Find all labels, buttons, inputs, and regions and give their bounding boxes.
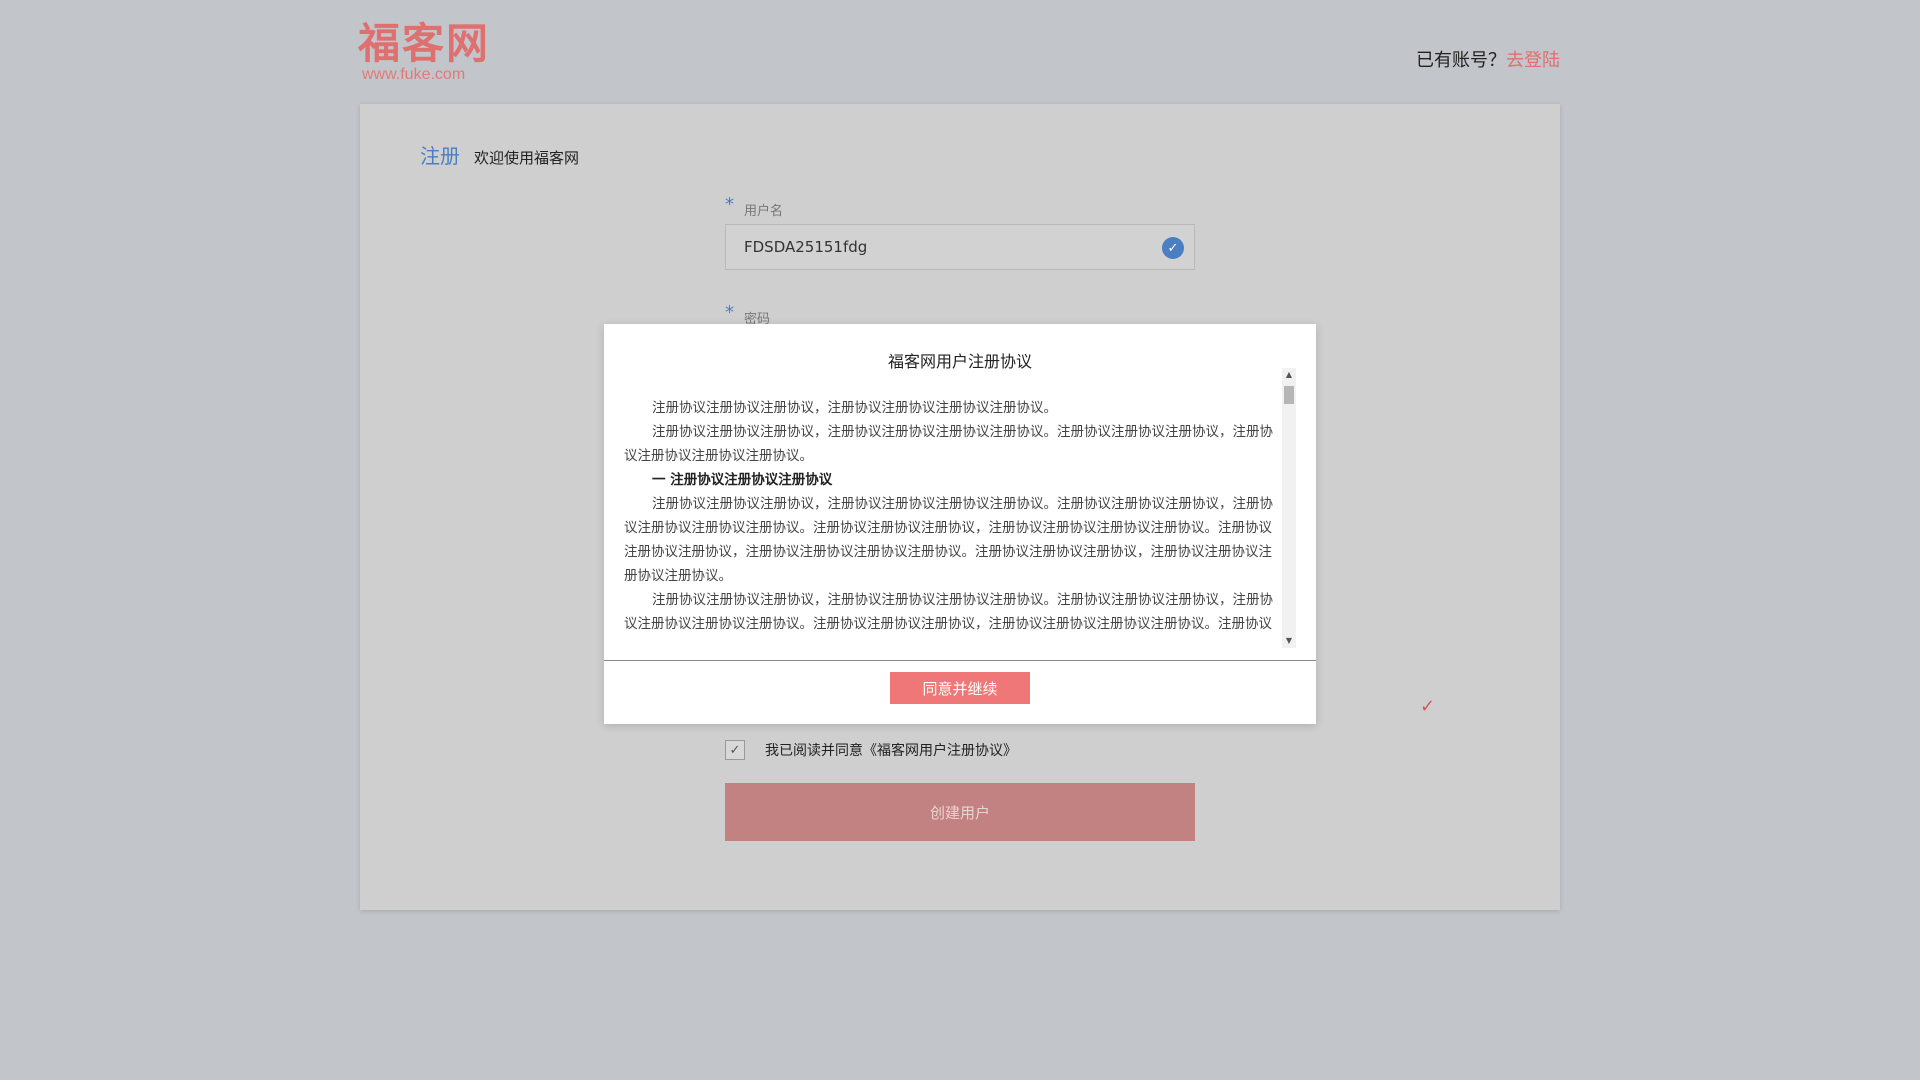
agreement-paragraph: 注册协议注册协议注册协议，注册协议注册协议注册协议注册协议。注册协议注册协议注册… [624, 424, 1273, 464]
agreement-heading: 一 注册协议注册协议注册协议 [652, 472, 833, 488]
agree-continue-button[interactable]: 同意并继续 [890, 672, 1030, 704]
agreement-modal: 福客网用户注册协议 注册协议注册协议注册协议，注册协议注册协议注册协议注册协议。… [604, 324, 1316, 724]
register-title: 注册 [420, 144, 460, 168]
agreement-text[interactable]: 我已阅读并同意《福客网用户注册协议》 [765, 740, 1017, 760]
scroll-down-icon[interactable]: ▼ [1282, 634, 1296, 648]
agreement-row[interactable]: ✓ 我已阅读并同意《福客网用户注册协议》 [725, 740, 1017, 760]
check-circle-icon: ✓ [1162, 237, 1184, 259]
logo-title: 福客网 [358, 19, 491, 68]
required-mark-password: * [725, 302, 734, 323]
username-input[interactable]: FDSDA25151fdg ✓ [725, 224, 1195, 270]
agreement-paragraph: 注册协议注册协议注册协议，注册协议注册协议注册协议注册协议。 [652, 400, 1057, 416]
agreement-paragraph: 注册协议注册协议注册协议，注册协议注册协议注册协议注册协议。注册协议注册协议注册… [624, 496, 1273, 584]
check-icon: ✓ [1420, 696, 1436, 717]
create-user-button[interactable]: 创建用户 [725, 783, 1195, 841]
login-hint: 已有账号？去登陆 [1416, 46, 1560, 72]
login-prompt: 已有账号？ [1416, 50, 1506, 71]
agreement-body[interactable]: 注册协议注册协议注册协议，注册协议注册协议注册协议注册协议。 注册协议注册协议注… [624, 396, 1282, 630]
checkmark-icon: ✓ [729, 742, 741, 758]
username-value: FDSDA25151fdg [744, 238, 868, 256]
modal-divider [604, 660, 1316, 661]
logo-url: www.fuke.com [362, 66, 466, 83]
scroll-up-icon[interactable]: ▲ [1282, 368, 1296, 382]
agreement-paragraph: 注册协议注册协议注册协议，注册协议注册协议注册协议注册协议。注册协议注册协议注册… [624, 592, 1273, 630]
username-label: 用户名 [744, 204, 784, 219]
register-subtitle: 欢迎使用福客网 [474, 149, 580, 167]
modal-title: 福客网用户注册协议 [887, 352, 1032, 371]
scroll-thumb[interactable] [1284, 386, 1294, 404]
card-header: 注册 欢迎使用福客网 [420, 140, 579, 169]
modal-scrollbar[interactable]: ▲ ▼ [1282, 368, 1296, 648]
logo[interactable]: 福客网 www.fuke.com [358, 20, 490, 84]
required-mark-username: * [725, 194, 734, 215]
login-link[interactable]: 去登陆 [1506, 50, 1560, 71]
agreement-checkbox[interactable]: ✓ [725, 740, 745, 760]
